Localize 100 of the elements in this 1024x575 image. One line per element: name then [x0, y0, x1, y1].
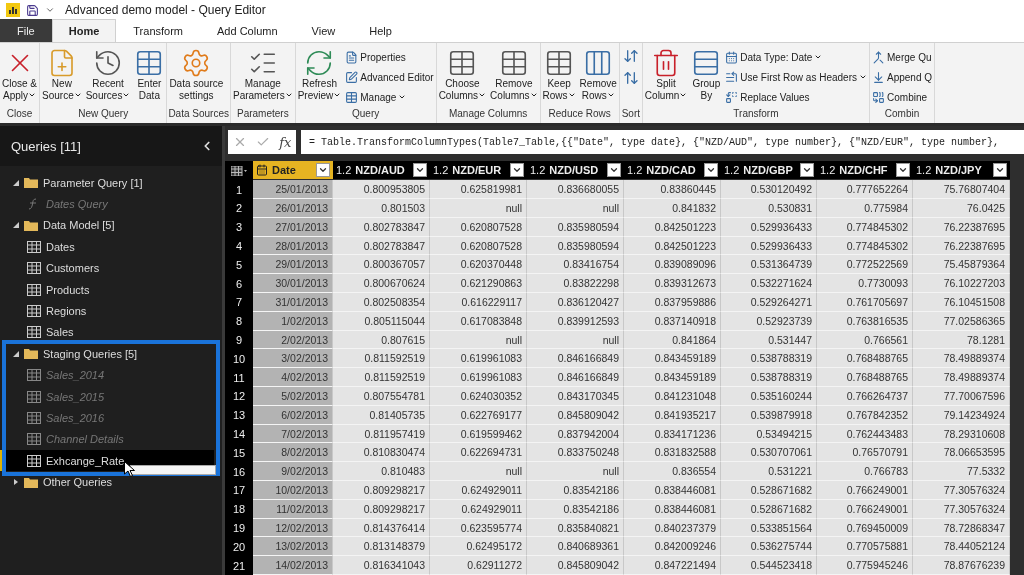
table-cell: 0.768488765: [817, 349, 913, 369]
table-cell: 0.531221: [721, 462, 817, 481]
ribbon-button[interactable]: Remove Columns: [489, 46, 539, 104]
ribbon-button[interactable]: Group By: [690, 46, 723, 104]
ribbon-button[interactable]: Recent Sources: [84, 46, 132, 104]
expander-icon[interactable]: [13, 179, 19, 186]
ribbon-button[interactable]: Split Column: [643, 46, 689, 104]
table-cell: 0.625819981: [430, 180, 527, 200]
table-cell: 0.76570791: [817, 443, 913, 463]
tree-group[interactable]: Data Model [5]: [0, 214, 214, 237]
table-cell: 78.87676239: [913, 556, 1010, 575]
table-cell: 0.761705697: [817, 293, 913, 312]
table-cell: 25/01/2013: [253, 180, 333, 200]
table-cell: null: [527, 462, 624, 481]
table-menu-icon[interactable]: [231, 165, 247, 176]
ribbon-button[interactable]: Manage: [344, 88, 435, 106]
table-cell: 13/02/2013: [253, 537, 333, 557]
query-item[interactable]: Dates: [0, 236, 214, 258]
table-cell: 0.811592519: [333, 368, 430, 388]
table-cell: 0.843170345: [527, 387, 624, 406]
ribbon-button[interactable]: Close & Apply: [1, 46, 38, 104]
table-cell: 0.800953805: [333, 180, 430, 200]
expander-icon[interactable]: [13, 222, 19, 229]
query-item[interactable]: Regions: [0, 300, 214, 322]
table-cell: 0.766249001: [817, 481, 913, 500]
save-icon[interactable]: [26, 3, 39, 17]
column-header[interactable]: Date: [253, 161, 333, 180]
ribbon-button[interactable]: Advanced Editor: [344, 68, 435, 86]
ribbon-button[interactable]: Data Type: Date: [724, 48, 868, 66]
table-cell: 0.624929011: [430, 481, 527, 500]
table-icon: [27, 326, 41, 339]
expander-icon[interactable]: [13, 350, 19, 357]
table-cell: 0.802508354: [333, 293, 430, 312]
table-cell: 75.45879364: [913, 255, 1010, 275]
table-cell: 0.840689361: [527, 537, 624, 557]
ribbon-button[interactable]: Remove Rows: [578, 46, 618, 104]
row-number: 20: [225, 537, 253, 557]
column-header[interactable]: 1.2 NZD/CAD: [624, 161, 721, 180]
table-cell: 0.620370448: [430, 255, 527, 275]
ribbon-button[interactable]: Refresh Preview: [296, 46, 343, 104]
folder-icon: [24, 476, 38, 488]
ribbon-button[interactable]: Properties: [344, 48, 435, 66]
table-cell: 0.768488765: [817, 368, 913, 388]
table-cell: 0.529264271: [721, 293, 817, 312]
ribbon-button[interactable]: Data source settings: [168, 46, 225, 104]
table-cell: 78.06653595: [913, 443, 1010, 463]
table-cell: 30/01/2013: [253, 274, 333, 294]
table-corner[interactable]: [225, 161, 253, 181]
table-cell: 0.810830474: [333, 443, 430, 463]
tree-group[interactable]: Staging Queries [5]: [0, 343, 214, 365]
cursor-icon: [124, 461, 135, 477]
table-cell: 0.836680055: [527, 180, 624, 200]
table-cell: 0.807554781: [333, 387, 430, 406]
table-cell: 0.7730093: [817, 274, 913, 294]
ribbon-button[interactable]: Merge Qu: [871, 48, 934, 66]
fx-label[interactable]: fx: [279, 134, 292, 150]
ribbon-button[interactable]: Combine: [871, 88, 934, 106]
formula-field[interactable]: = Table.TransformColumnTypes(Table7_Table,{{"Date", type date}, {"NZD/AUD", type number}, {"NZD/EUR", type number},: [301, 130, 1024, 155]
table-icon: [27, 412, 41, 424]
column-header[interactable]: 1.2 NZD/EUR: [430, 161, 527, 180]
table-cell: 76.10227203: [913, 274, 1010, 294]
ribbon-button[interactable]: New Source: [41, 46, 83, 104]
table-cell: 0.528671682: [721, 481, 817, 500]
row-number: 11: [225, 368, 253, 388]
query-item[interactable]: Customers: [0, 257, 214, 279]
table-cell: 0.62495172: [430, 537, 527, 557]
ribbon-button[interactable]: Keep Rows: [541, 46, 577, 104]
table-cell: 0.62911272: [430, 556, 527, 575]
query-item[interactable]: Sales_2014: [0, 364, 214, 386]
column-header[interactable]: 1.2 NZD/GBP: [721, 161, 817, 180]
ribbon-button[interactable]: Replace Values: [724, 88, 868, 106]
ribbon-button[interactable]: Append Q: [871, 68, 934, 86]
column-header[interactable]: 1.2 NZD/JPY: [913, 161, 1010, 180]
query-item[interactable]: Dates Query: [0, 193, 214, 215]
table-cell: 0.530707061: [721, 443, 817, 463]
column-header[interactable]: 1.2 NZD/USD: [527, 161, 624, 180]
query-item[interactable]: Sales_2016: [0, 407, 214, 429]
query-item[interactable]: Channel Details: [0, 428, 214, 451]
query-item[interactable]: Products: [0, 278, 214, 301]
column-header[interactable]: 1.2 NZD/AUD: [333, 161, 430, 180]
query-item[interactable]: Sales: [0, 321, 214, 344]
ribbon-button[interactable]: Manage Parameters: [232, 46, 294, 104]
table-cell: 0.83822298: [527, 274, 624, 294]
ribbon-button[interactable]: Enter Data: [133, 46, 166, 104]
table-cell: 0.833750248: [527, 443, 624, 463]
column-header[interactable]: 1.2 NZD/CHF: [817, 161, 913, 180]
ribbon-tab[interactable]: Home: [51, 19, 117, 42]
app-logo: [6, 3, 20, 17]
table-cell: 0.766783: [817, 462, 913, 481]
table-cell: 0.619961083: [430, 368, 527, 388]
query-item[interactable]: Sales_2015: [0, 385, 214, 408]
expander-icon[interactable]: [13, 479, 19, 486]
ribbon-button[interactable]: Choose Columns: [437, 46, 488, 104]
ribbon-button[interactable]: Use First Row as Headers: [724, 68, 868, 86]
table-cell: 0.83542186: [527, 481, 624, 500]
caret-icon[interactable]: [45, 5, 55, 15]
file-tab[interactable]: File: [0, 19, 52, 42]
editor-icon: [345, 70, 359, 84]
tree-group[interactable]: Parameter Query [1]: [0, 172, 214, 194]
table-cell: 0.544523418: [721, 556, 817, 575]
